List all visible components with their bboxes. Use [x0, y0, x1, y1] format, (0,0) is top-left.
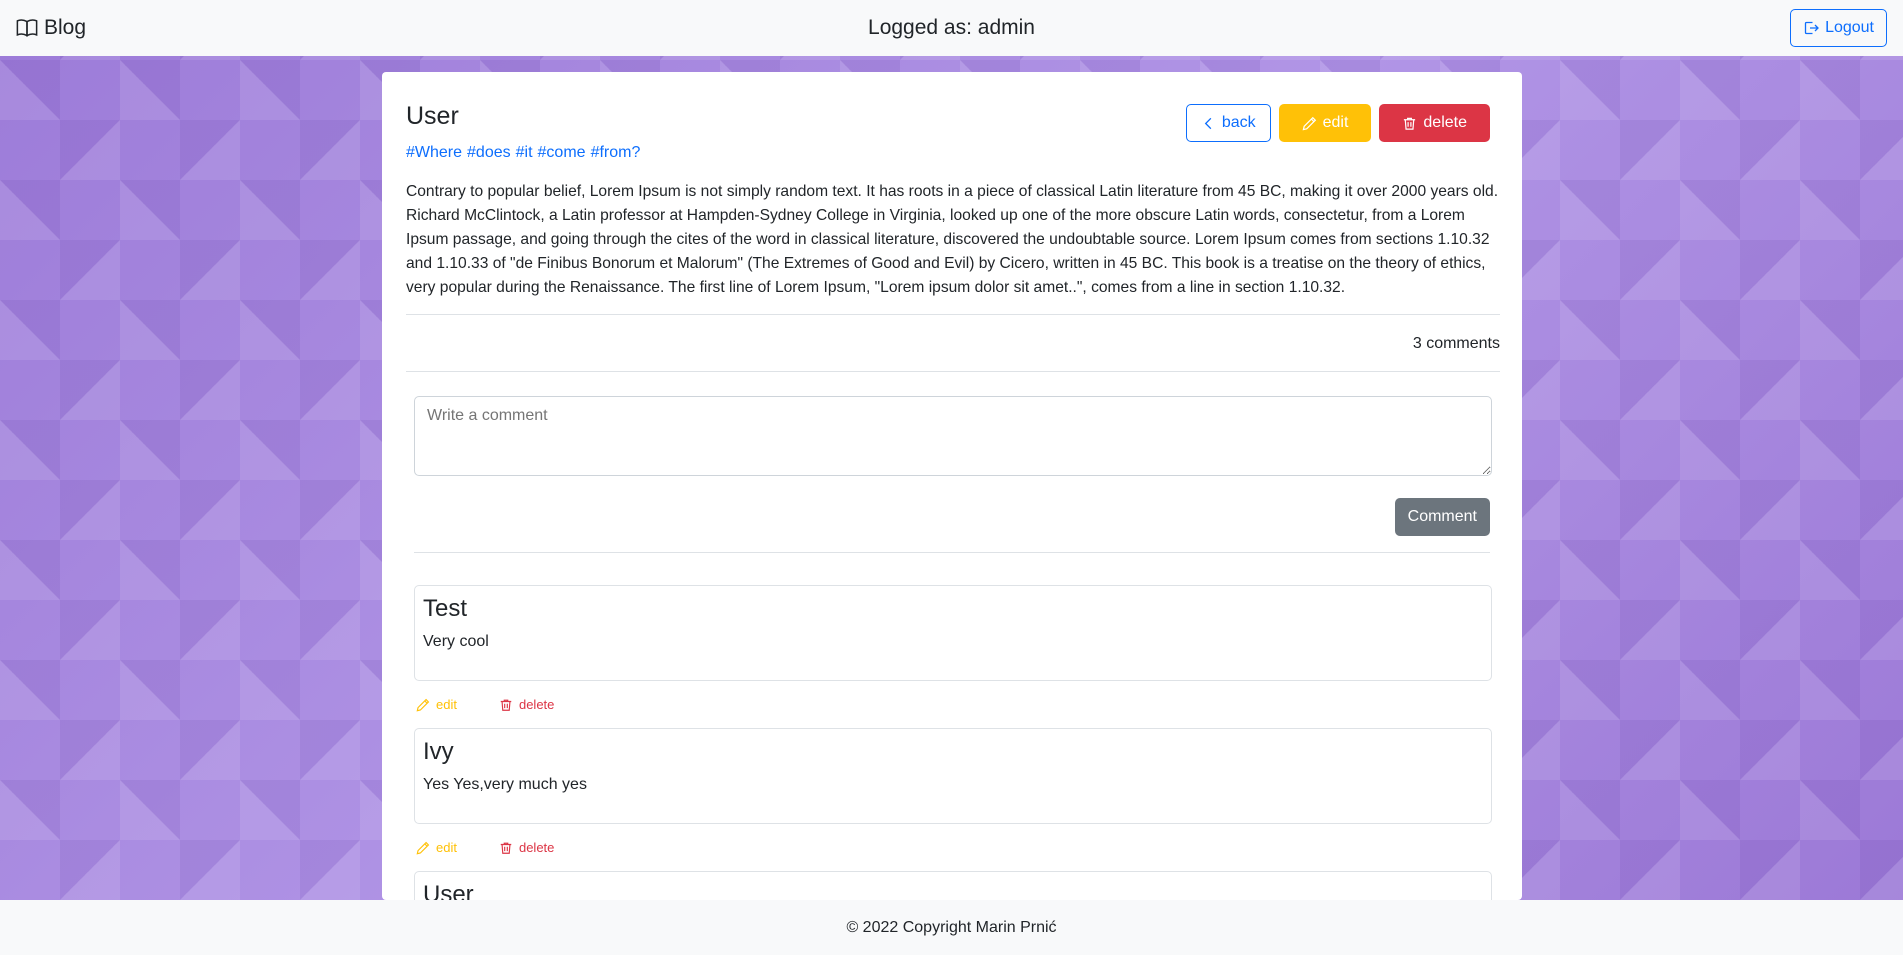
post-tags: #Where #does #it #come #from? [406, 144, 1498, 162]
tag-link[interactable]: #it [516, 144, 533, 162]
comment-edit-label: edit [436, 840, 457, 855]
comment-delete-link[interactable]: delete [499, 697, 554, 712]
tag-link[interactable]: #does [467, 144, 511, 162]
comment-author: User [423, 881, 474, 900]
logout-label: Logout [1825, 19, 1874, 36]
logout-icon [1804, 21, 1819, 35]
brand-link[interactable]: Blog [16, 16, 86, 40]
comments-list: Test Very cool edit delete Ivy Yes Yes,v… [406, 553, 1498, 900]
footer: © 2022 Copyright Marin Prnić [0, 900, 1903, 955]
brand-label: Blog [44, 16, 87, 39]
comment-item: User [414, 871, 1492, 900]
post-header: User back edit delete [406, 88, 1498, 142]
back-button[interactable]: back [1185, 104, 1271, 142]
edit-label: edit [1322, 114, 1349, 131]
back-label: back [1221, 114, 1256, 131]
comment-edit-link[interactable]: edit [416, 840, 457, 855]
logout-button[interactable]: Logout [1790, 9, 1887, 47]
post-actions: back edit delete [1185, 104, 1490, 142]
comment-submit-row: Comment [414, 498, 1490, 536]
delete-label: delete [1423, 114, 1467, 131]
comment-item: Test Very cool [414, 585, 1492, 681]
comment-edit-label: edit [436, 697, 457, 712]
tag-link[interactable]: #Where [406, 144, 462, 162]
post-card: User back edit delete #Where #does #it #… [382, 72, 1522, 900]
comment-delete-link[interactable]: delete [499, 840, 554, 855]
tag-link[interactable]: #from? [591, 144, 641, 162]
pencil-icon [416, 698, 430, 711]
comment-form: Comment [406, 372, 1498, 536]
comment-author: Ivy [423, 738, 454, 765]
trash-icon [500, 842, 512, 854]
pencil-icon [416, 841, 430, 854]
comment-input[interactable] [414, 396, 1492, 476]
navbar: Blog Logged as: admin Logout [0, 0, 1903, 56]
trash-icon [1404, 117, 1416, 130]
comment-author: Test [423, 595, 468, 622]
comment-text: Yes Yes,very much yes [423, 776, 587, 794]
delete-post-button[interactable]: delete [1379, 104, 1490, 142]
trash-icon [500, 699, 512, 711]
comment-edit-link[interactable]: edit [416, 697, 457, 712]
post-body: Contrary to popular belief, Lorem Ipsum … [406, 183, 1499, 296]
pencil-icon [1302, 116, 1316, 130]
logged-as-text: Logged as: admin [868, 16, 1035, 39]
comment-submit-button[interactable]: Comment [1394, 498, 1490, 536]
comment-delete-label: delete [518, 840, 555, 855]
edit-post-button[interactable]: edit [1278, 104, 1372, 142]
copyright-text: © 2022 Copyright Marin Prnić [846, 918, 1057, 936]
comment-actions: edit delete [414, 824, 1490, 871]
book-icon [16, 19, 38, 37]
comment-actions: edit delete [414, 681, 1490, 728]
comment-delete-label: delete [518, 697, 555, 712]
comments-count: 3 comments [1412, 335, 1500, 352]
tag-link[interactable]: #come [538, 144, 586, 162]
post-title: User [406, 102, 459, 130]
comment-item: Ivy Yes Yes,very much yes [414, 728, 1492, 824]
chevron-left-icon [1204, 117, 1212, 129]
comment-text: Very cool [423, 633, 489, 651]
